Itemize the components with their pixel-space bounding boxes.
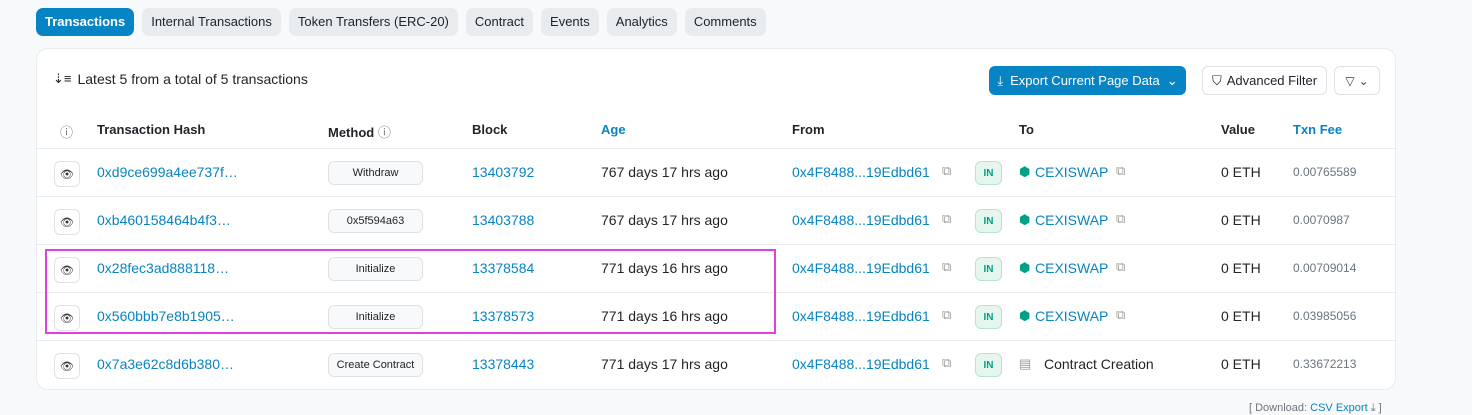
col-transaction-hash: Transaction Hash [97, 122, 206, 137]
contract-icon: ⬢ [1019, 260, 1031, 275]
highlight-box [45, 249, 776, 334]
value-text: 0 ETH [1221, 356, 1261, 372]
fee-text: 0.33672213 [1293, 357, 1357, 371]
eye-icon[interactable]: 👁 [54, 209, 80, 235]
help-icon[interactable]: ⓘ [60, 122, 73, 141]
tab-bar: Transactions Internal Transactions Token… [36, 8, 766, 36]
to-address-link[interactable]: CEXISWAP [1035, 212, 1108, 228]
copy-icon[interactable]: ⧉ [942, 211, 951, 227]
direction-badge: IN [975, 353, 1002, 377]
contract-icon: ⬢ [1019, 164, 1031, 179]
tab-contract[interactable]: Contract [465, 8, 534, 36]
advanced-filter-label: Advanced Filter [1226, 73, 1318, 88]
col-method: Method ⓘ [328, 122, 391, 141]
direction-badge: IN [975, 305, 1002, 329]
col-value: Value [1221, 122, 1255, 137]
fee-text: 0.03985056 [1293, 309, 1357, 323]
contract-creation-text: Contract Creation [1044, 356, 1154, 372]
table-row: 👁 0xb460158464b4f3… 0x5f594a63 13403788 … [37, 197, 1395, 245]
copy-icon[interactable]: ⧉ [1116, 211, 1125, 227]
col-from: From [792, 122, 825, 137]
block-link[interactable]: 13378443 [472, 356, 534, 372]
fee-text: 0.0070987 [1293, 213, 1350, 227]
download-icon: ⤓ [1370, 402, 1376, 414]
value-text: 0 ETH [1221, 212, 1261, 228]
tab-internal-transactions[interactable]: Internal Transactions [142, 8, 281, 36]
method-badge: 0x5f594a63 [328, 209, 423, 233]
copy-icon[interactable]: ⧉ [942, 163, 951, 179]
table-header: ⓘ Transaction Hash Method ⓘ Block Age Fr… [37, 111, 1395, 149]
sort-icon: ⇣≡ [53, 71, 72, 86]
age-text: 767 days 17 hrs ago [601, 164, 728, 180]
value-text: 0 ETH [1221, 260, 1261, 276]
age-text: 767 days 17 hrs ago [601, 212, 728, 228]
advanced-filter-button[interactable]: ⛉ Advanced Filter [1202, 66, 1327, 95]
contract-icon: ⬢ [1019, 212, 1031, 227]
col-block: Block [472, 122, 508, 137]
method-badge: Withdraw [328, 161, 423, 185]
value-text: 0 ETH [1221, 164, 1261, 180]
export-label: Export Current Page Data [1010, 73, 1160, 88]
tab-comments[interactable]: Comments [684, 8, 766, 36]
filter-dropdown-button[interactable]: ▽ ⌄ [1334, 66, 1380, 95]
tab-events[interactable]: Events [541, 8, 599, 36]
col-method-label: Method [328, 125, 375, 140]
contract-icon: ⬢ [1019, 308, 1031, 323]
from-address-link[interactable]: 0x4F8488...19Edbd61 [792, 212, 930, 228]
block-link[interactable]: 13403788 [472, 212, 534, 228]
from-address-link[interactable]: 0x4F8488...19Edbd61 [792, 164, 930, 180]
table-row: 👁 0x7a3e62c8d6b380… Create Contract 1337… [37, 341, 1395, 389]
col-to: To [1019, 122, 1034, 137]
direction-badge: IN [975, 161, 1002, 185]
col-txn-fee[interactable]: Txn Fee [1293, 122, 1342, 137]
fee-text: 0.00709014 [1293, 261, 1357, 275]
value-text: 0 ETH [1221, 308, 1261, 324]
tx-hash-link[interactable]: 0xb460158464b4f3… [97, 212, 231, 228]
chevron-down-icon: ⌄ [1166, 72, 1178, 88]
age-text: 771 days 17 hrs ago [601, 356, 728, 372]
tx-hash-link[interactable]: 0x7a3e62c8d6b380… [97, 356, 234, 372]
tab-token-transfers[interactable]: Token Transfers (ERC-20) [288, 8, 458, 36]
info-icon[interactable]: ⓘ [378, 125, 391, 140]
from-address-link[interactable]: 0x4F8488...19Edbd61 [792, 356, 930, 372]
copy-icon[interactable]: ⧉ [1116, 259, 1125, 275]
eye-icon[interactable]: 👁 [54, 161, 80, 187]
block-link[interactable]: 13403792 [472, 164, 534, 180]
tab-transactions[interactable]: Transactions [36, 8, 135, 36]
download-icon: ⤓ [997, 72, 1004, 88]
funnel-icon: ▽ [1345, 73, 1355, 88]
copy-icon[interactable]: ⧉ [1116, 163, 1125, 179]
direction-badge: IN [975, 209, 1002, 233]
from-address-link[interactable]: 0x4F8488...19Edbd61 [792, 308, 930, 324]
download-prefix: [ Download: [1249, 402, 1308, 414]
tx-hash-link[interactable]: 0xd9ce699a4ee737f… [97, 164, 238, 180]
copy-icon[interactable]: ⧉ [1116, 307, 1125, 323]
table-row: 👁 0xd9ce699a4ee737f… Withdraw 13403792 7… [37, 149, 1395, 197]
direction-badge: IN [975, 257, 1002, 281]
tab-analytics[interactable]: Analytics [606, 8, 677, 36]
col-age[interactable]: Age [601, 122, 626, 137]
fee-text: 0.00765589 [1293, 165, 1357, 179]
copy-icon[interactable]: ⧉ [942, 307, 951, 323]
document-icon: ▤ [1019, 356, 1032, 371]
summary: ⇣≡ Latest 5 from a total of 5 transactio… [53, 71, 308, 87]
to-address-link[interactable]: CEXISWAP [1035, 308, 1108, 324]
copy-icon[interactable]: ⧉ [942, 355, 951, 371]
to-address-link[interactable]: CEXISWAP [1035, 260, 1108, 276]
eye-icon[interactable]: 👁 [54, 353, 80, 379]
to-address-link[interactable]: CEXISWAP [1035, 164, 1108, 180]
download-suffix: ] [1378, 402, 1382, 414]
filter-icon: ⛉ [1211, 72, 1222, 88]
download-footer: [ Download: CSV Export ⤓ ] [1249, 402, 1382, 415]
export-button[interactable]: ⤓ Export Current Page Data ⌄ [989, 66, 1186, 95]
method-badge: Create Contract [328, 353, 423, 377]
copy-icon[interactable]: ⧉ [942, 259, 951, 275]
csv-export-link[interactable]: CSV Export [1310, 402, 1367, 414]
chevron-down-icon: ⌄ [1358, 73, 1369, 88]
transactions-card: ⇣≡ Latest 5 from a total of 5 transactio… [36, 48, 1396, 390]
from-address-link[interactable]: 0x4F8488...19Edbd61 [792, 260, 930, 276]
summary-text: Latest 5 from a total of 5 transactions [77, 71, 308, 87]
